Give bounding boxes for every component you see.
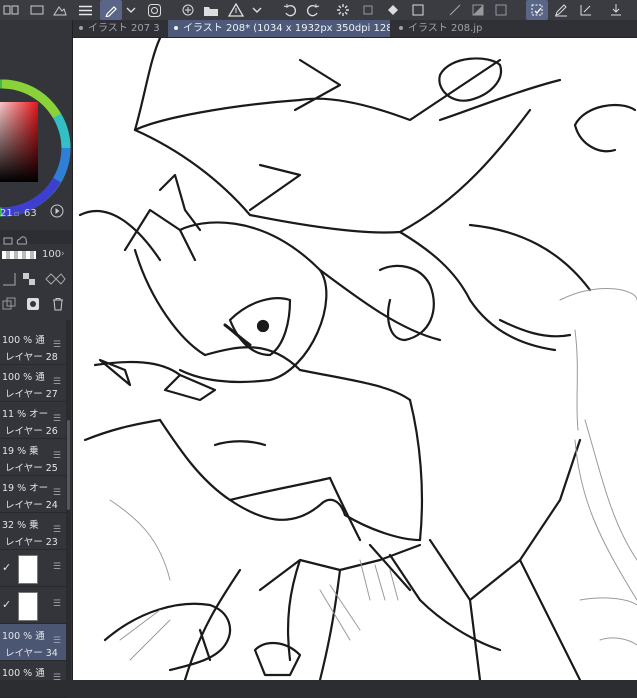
layer-opacity: 32 % 乗 [2,520,39,531]
chevron-right-icon[interactable]: › [61,249,65,259]
layer-row[interactable]: 19 % オー レイヤー 24 ☰ [0,476,66,513]
undo-icon[interactable] [280,0,300,20]
square-icon[interactable] [491,0,511,20]
left-panel: 21 ▫ 63 100 › 100 % 通 レイヤー 28 ☰ 100 % 通 … [0,20,73,698]
opacity-row: 100 › [0,246,72,266]
layer-menu-icon[interactable]: ☰ [53,525,61,535]
layer-row[interactable]: 100 % 通 レイヤー 28 ☰ [0,328,66,365]
play-circle-icon[interactable] [50,204,64,221]
layer-opacity: 100 % 通 [2,335,45,346]
pen-tool-icon[interactable] [100,0,122,20]
import-arrow-icon[interactable] [606,0,626,20]
layer-opacity: 100 % 通 [2,631,45,642]
spiral-tool-icon[interactable] [143,0,165,20]
selection-icon[interactable] [526,0,548,20]
layer-panel-tabs [0,230,72,245]
layer-menu-icon[interactable]: ☰ [53,599,61,609]
snap-icon[interactable] [576,0,596,20]
layer-thumbnail [18,592,38,621]
color-values-row: 21 ▫ 63 [0,204,72,222]
layer-name: レイヤー 23 [5,537,58,548]
layer-name: レイヤー 34 [5,648,58,659]
layer-menu-icon[interactable]: ☰ [53,377,61,387]
layer-row-thumbnail[interactable]: ✓ ☰ [0,587,66,624]
layer-tab-icon[interactable] [0,0,22,20]
color-wheel-panel [0,40,72,220]
layer-menu-icon[interactable]: ☰ [53,562,61,572]
hamburger-menu-icon[interactable] [77,0,93,20]
opacity-slider[interactable] [2,251,36,259]
folder-icon[interactable] [200,0,222,20]
layer-row[interactable]: 100 % 通 レイヤー 27 ☰ [0,365,66,402]
reference-icon[interactable] [44,271,66,290]
b-label-icon: ▫ [14,209,20,218]
layer-menu-icon[interactable]: ☰ [53,673,61,683]
edit-icon[interactable] [551,0,571,20]
layer-name: レイヤー 25 [5,463,58,474]
document-tabs: イラスト 207 3 イラスト 208* (1034 x 1932px 350d… [73,20,637,38]
layer-name: レイヤー 27 [5,389,58,400]
checker-icon[interactable] [22,271,36,290]
layer-name: レイヤー 24 [5,500,58,511]
color-value-left: 21 [0,208,13,219]
layer-opacity: 19 % 乗 [2,446,39,457]
main-toolbar [0,0,637,20]
layer-thumbnail [18,555,38,584]
layer-opacity: 19 % オー [2,483,49,494]
layer-menu-icon[interactable]: ☰ [53,340,61,350]
layer-tools-row-1 [0,268,72,288]
palette-tab-icon[interactable] [26,0,48,20]
tab-illust-207[interactable]: イラスト 207 3 [73,20,165,37]
layer-opacity: 100 % 通 [2,668,45,679]
checkmark-icon[interactable]: ✓ [2,561,11,574]
import-icon[interactable] [225,0,247,20]
color-wheel[interactable] [0,40,72,220]
chevron-down-icon[interactable] [124,0,138,20]
layer-opacity: 11 % オー [2,409,49,420]
checkmark-icon[interactable]: ✓ [2,598,11,611]
loading-spinner-icon[interactable] [333,0,353,20]
color-value-mid: 63 [24,208,37,219]
mask-icon[interactable] [26,296,40,315]
layer-row-thumbnail[interactable]: ✓ ☰ [0,550,66,587]
drawing-canvas[interactable] [73,38,637,680]
layer-row[interactable]: 32 % 乗 レイヤー 23 ☰ [0,513,66,550]
ruler-icon[interactable] [408,0,428,20]
layer-menu-icon[interactable]: ☰ [53,488,61,498]
opacity-value: 100 [42,249,62,260]
layer-opacity: 100 % 通 [2,372,45,383]
layer-menu-icon[interactable]: ☰ [53,414,61,424]
rulers-icon[interactable] [2,271,16,290]
line-art-sketch [78,38,637,680]
tab-illust-208-active[interactable]: イラスト 208* (1034 x 1932px 350dpi 128.7%) [168,20,390,37]
layer-scrollbar[interactable] [66,320,71,680]
scrollbar-thumb[interactable] [67,420,70,510]
redo-icon[interactable] [303,0,323,20]
half-square-icon[interactable] [468,0,488,20]
trash-icon[interactable] [51,296,65,315]
new-layer-icon[interactable] [178,0,198,20]
mountain-tab-icon[interactable] [50,0,70,20]
line-tool-icon[interactable] [445,0,465,20]
layer-row[interactable]: 19 % 乗 レイヤー 25 ☰ [0,439,66,476]
layer-name: レイヤー 26 [5,426,58,437]
layer-name: レイヤー 28 [5,352,58,363]
layer-menu-icon[interactable]: ☰ [53,451,61,461]
copy-layer-icon[interactable] [2,296,16,315]
fill-icon[interactable] [383,0,403,20]
layer-menu-icon[interactable]: ☰ [53,636,61,646]
layer-row-selected[interactable]: 100 % 通 レイヤー 34 ☰ [0,624,66,661]
layer-tools-row-2 [0,292,72,314]
chevron-down-icon[interactable] [250,0,264,20]
layer-row[interactable]: 11 % オー レイヤー 26 ☰ [0,402,66,439]
tab-illust-208-jpg[interactable]: イラスト 208.jp [393,20,503,37]
transform-icon[interactable] [358,0,378,20]
